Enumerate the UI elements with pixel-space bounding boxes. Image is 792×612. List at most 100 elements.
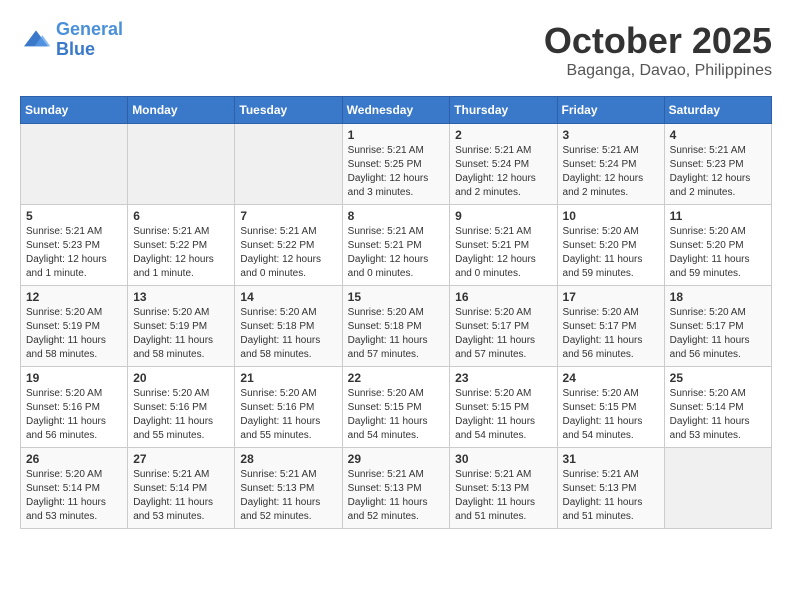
calendar-cell: 12 Sunrise: 5:20 AMSunset: 5:19 PMDayligh… — [21, 286, 128, 367]
week-row-1: 1 Sunrise: 5:21 AMSunset: 5:25 PMDaylight… — [21, 124, 772, 205]
day-number: 25 — [670, 371, 766, 385]
day-number: 27 — [133, 452, 229, 466]
calendar-cell: 5 Sunrise: 5:21 AMSunset: 5:23 PMDaylight… — [21, 205, 128, 286]
cell-content: Sunrise: 5:21 AMSunset: 5:21 PMDaylight:… — [348, 225, 445, 281]
day-number: 22 — [348, 371, 445, 385]
calendar-cell: 13Sunrise: 5:20 AMSunset: 5:19 PMDayligh… — [128, 286, 235, 367]
week-row-2: 5 Sunrise: 5:21 AMSunset: 5:23 PMDaylight… — [21, 205, 772, 286]
week-row-3: 12 Sunrise: 5:20 AMSunset: 5:19 PMDayligh… — [21, 286, 772, 367]
logo-text: General Blue — [56, 20, 123, 60]
cell-content: Sunrise: 5:20 AMSunset: 5:16 PMDaylight:… — [26, 387, 122, 443]
calendar-cell: 16 Sunrise: 5:20 AMSunset: 5:17 PMDayligh… — [450, 286, 557, 367]
cell-content: Sunrise: 5:20 AMSunset: 5:20 PMDaylight:… — [563, 225, 659, 281]
day-number: 12 — [26, 290, 122, 304]
day-number: 8 — [348, 209, 445, 223]
calendar-cell: 17 Sunrise: 5:20 AMSunset: 5:17 PMDayligh… — [557, 286, 664, 367]
cell-content: Sunrise: 5:21 AMSunset: 5:23 PMDaylight:… — [26, 225, 122, 281]
day-number: 30 — [455, 452, 551, 466]
cell-content: Sunrise: 5:20 AMSunset: 5:18 PMDaylight:… — [240, 306, 336, 362]
page-header: General Blue October 2025 Baganga, Davao… — [20, 20, 772, 80]
day-number: 4 — [670, 128, 766, 142]
calendar-cell — [664, 448, 771, 529]
day-number: 5 — [26, 209, 122, 223]
cell-content: Sunrise: 5:20 AMSunset: 5:15 PMDaylight:… — [563, 387, 659, 443]
calendar-cell: 21Sunrise: 5:20 AMSunset: 5:16 PMDayligh… — [235, 367, 342, 448]
day-number: 20 — [133, 371, 229, 385]
day-number: 17 — [563, 290, 659, 304]
calendar-cell: 24 Sunrise: 5:20 AMSunset: 5:15 PMDayligh… — [557, 367, 664, 448]
weekday-header-thursday: Thursday — [450, 97, 557, 124]
calendar-cell: 11Sunrise: 5:20 AMSunset: 5:20 PMDayligh… — [664, 205, 771, 286]
calendar-cell: 25 Sunrise: 5:20 AMSunset: 5:14 PMDayligh… — [664, 367, 771, 448]
calendar-cell: 9 Sunrise: 5:21 AMSunset: 5:21 PMDaylight… — [450, 205, 557, 286]
calendar-cell: 1 Sunrise: 5:21 AMSunset: 5:25 PMDaylight… — [342, 124, 450, 205]
cell-content: Sunrise: 5:21 AMSunset: 5:24 PMDaylight:… — [455, 144, 551, 200]
calendar-cell: 6 Sunrise: 5:21 AMSunset: 5:22 PMDaylight… — [128, 205, 235, 286]
day-number: 24 — [563, 371, 659, 385]
weekday-header-sunday: Sunday — [21, 97, 128, 124]
calendar-cell: 19 Sunrise: 5:20 AMSunset: 5:16 PMDayligh… — [21, 367, 128, 448]
cell-content: Sunrise: 5:21 AMSunset: 5:13 PMDaylight:… — [563, 468, 659, 524]
cell-content: Sunrise: 5:21 AMSunset: 5:23 PMDaylight:… — [670, 144, 766, 200]
day-number: 26 — [26, 452, 122, 466]
day-number: 29 — [348, 452, 445, 466]
week-row-4: 19 Sunrise: 5:20 AMSunset: 5:16 PMDayligh… — [21, 367, 772, 448]
cell-content: Sunrise: 5:20 AMSunset: 5:16 PMDaylight:… — [133, 387, 229, 443]
day-number: 16 — [455, 290, 551, 304]
week-row-5: 26 Sunrise: 5:20 AMSunset: 5:14 PMDayligh… — [21, 448, 772, 529]
day-number: 13 — [133, 290, 229, 304]
calendar-cell — [235, 124, 342, 205]
calendar-cell: 10 Sunrise: 5:20 AMSunset: 5:20 PMDayligh… — [557, 205, 664, 286]
weekday-header-monday: Monday — [128, 97, 235, 124]
calendar-cell: 2 Sunrise: 5:21 AMSunset: 5:24 PMDaylight… — [450, 124, 557, 205]
calendar-cell: 27Sunrise: 5:21 AMSunset: 5:14 PMDayligh… — [128, 448, 235, 529]
cell-content: Sunrise: 5:20 AMSunset: 5:19 PMDaylight:… — [26, 306, 122, 362]
cell-content: Sunrise: 5:20 AMSunset: 5:14 PMDaylight:… — [670, 387, 766, 443]
month-title: October 2025 — [544, 20, 772, 62]
calendar-cell: 3 Sunrise: 5:21 AMSunset: 5:24 PMDaylight… — [557, 124, 664, 205]
logo: General Blue — [20, 20, 123, 60]
day-number: 14 — [240, 290, 336, 304]
location: Baganga, Davao, Philippines — [544, 62, 772, 80]
day-number: 3 — [563, 128, 659, 142]
cell-content: Sunrise: 5:20 AMSunset: 5:14 PMDaylight:… — [26, 468, 122, 524]
cell-content: Sunrise: 5:21 AMSunset: 5:13 PMDaylight:… — [455, 468, 551, 524]
calendar-cell: 22 Sunrise: 5:20 AMSunset: 5:15 PMDayligh… — [342, 367, 450, 448]
cell-content: Sunrise: 5:21 AMSunset: 5:22 PMDaylight:… — [133, 225, 229, 281]
weekday-header-friday: Friday — [557, 97, 664, 124]
cell-content: Sunrise: 5:21 AMSunset: 5:24 PMDaylight:… — [563, 144, 659, 200]
calendar-cell: 7Sunrise: 5:21 AMSunset: 5:22 PMDaylight… — [235, 205, 342, 286]
day-number: 18 — [670, 290, 766, 304]
cell-content: Sunrise: 5:21 AMSunset: 5:25 PMDaylight:… — [348, 144, 445, 200]
calendar-cell: 14 Sunrise: 5:20 AMSunset: 5:18 PMDayligh… — [235, 286, 342, 367]
day-number: 1 — [348, 128, 445, 142]
day-number: 6 — [133, 209, 229, 223]
cell-content: Sunrise: 5:21 AMSunset: 5:22 PMDaylight:… — [240, 225, 336, 281]
cell-content: Sunrise: 5:20 AMSunset: 5:17 PMDaylight:… — [455, 306, 551, 362]
day-number: 19 — [26, 371, 122, 385]
calendar-cell: 31Sunrise: 5:21 AMSunset: 5:13 PMDayligh… — [557, 448, 664, 529]
cell-content: Sunrise: 5:21 AMSunset: 5:21 PMDaylight:… — [455, 225, 551, 281]
weekday-header-saturday: Saturday — [664, 97, 771, 124]
cell-content: Sunrise: 5:20 AMSunset: 5:17 PMDaylight:… — [563, 306, 659, 362]
calendar-cell: 30 Sunrise: 5:21 AMSunset: 5:13 PMDayligh… — [450, 448, 557, 529]
day-number: 23 — [455, 371, 551, 385]
day-number: 10 — [563, 209, 659, 223]
day-number: 21 — [240, 371, 336, 385]
day-number: 2 — [455, 128, 551, 142]
cell-content: Sunrise: 5:21 AMSunset: 5:13 PMDaylight:… — [240, 468, 336, 524]
cell-content: Sunrise: 5:20 AMSunset: 5:20 PMDaylight:… — [670, 225, 766, 281]
calendar-cell: 18 Sunrise: 5:20 AMSunset: 5:17 PMDayligh… — [664, 286, 771, 367]
calendar-cell: 20 Sunrise: 5:20 AMSunset: 5:16 PMDayligh… — [128, 367, 235, 448]
weekday-header-wednesday: Wednesday — [342, 97, 450, 124]
calendar-cell: 23 Sunrise: 5:20 AMSunset: 5:15 PMDayligh… — [450, 367, 557, 448]
day-number: 28 — [240, 452, 336, 466]
calendar-cell — [21, 124, 128, 205]
day-number: 15 — [348, 290, 445, 304]
cell-content: Sunrise: 5:21 AMSunset: 5:13 PMDaylight:… — [348, 468, 445, 524]
day-number: 9 — [455, 209, 551, 223]
cell-content: Sunrise: 5:20 AMSunset: 5:15 PMDaylight:… — [348, 387, 445, 443]
cell-content: Sunrise: 5:20 AMSunset: 5:17 PMDaylight:… — [670, 306, 766, 362]
cell-content: Sunrise: 5:20 AMSunset: 5:15 PMDaylight:… — [455, 387, 551, 443]
calendar-cell: 29 Sunrise: 5:21 AMSunset: 5:13 PMDayligh… — [342, 448, 450, 529]
